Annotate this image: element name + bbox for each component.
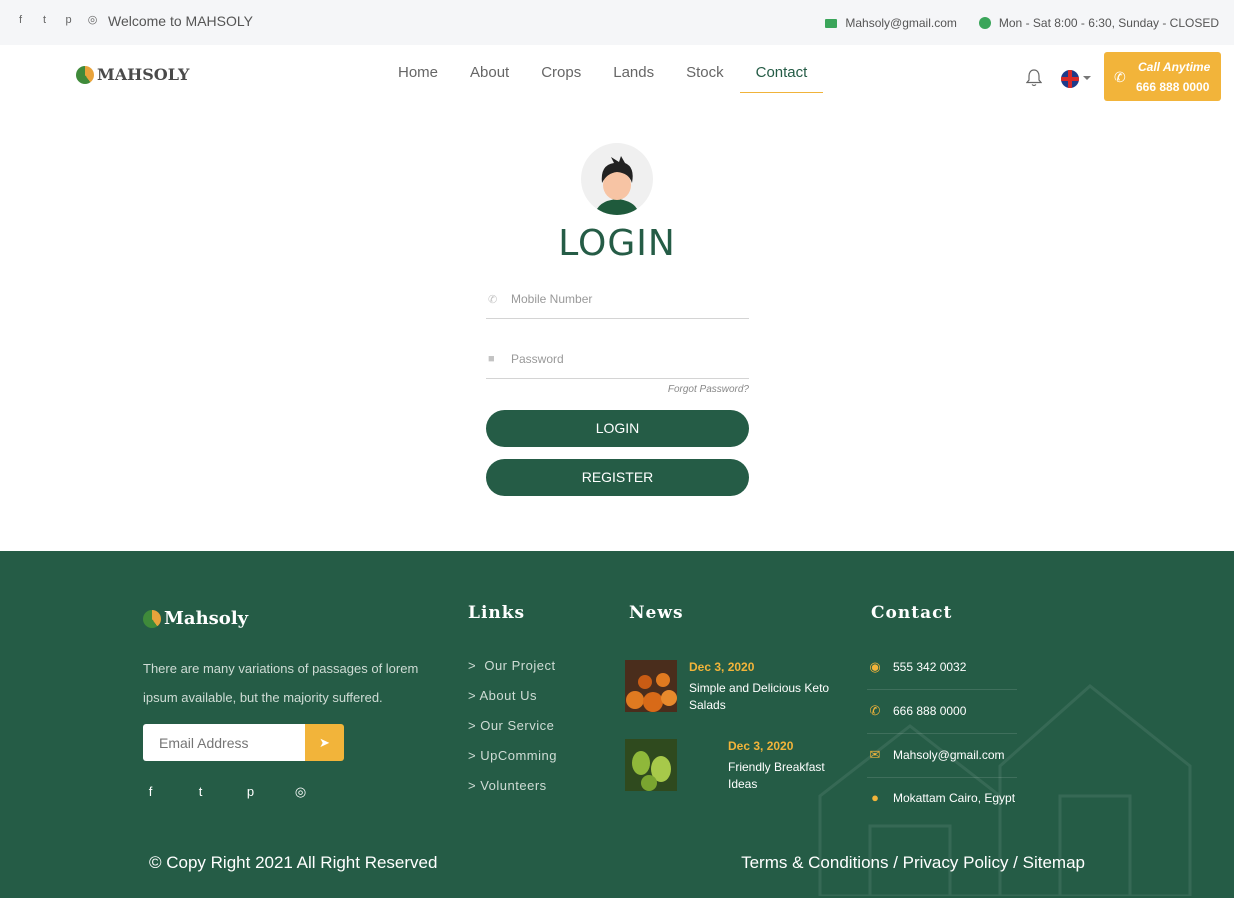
news-heading: News xyxy=(629,603,684,623)
phone-icon: ✆ xyxy=(488,293,498,306)
footer-link-our-project[interactable]: > Our Project xyxy=(468,658,557,688)
news-thumbnail-pears[interactable] xyxy=(625,739,677,791)
contact-whatsapp[interactable]: ◉ 555 342 0032 xyxy=(867,659,966,675)
divider xyxy=(867,777,1017,778)
nav-menu: Home About Crops Lands Stock Contact xyxy=(398,64,824,93)
clock-icon xyxy=(978,17,991,29)
main-nav: MAHSOLY Home About Crops Lands Stock Con… xyxy=(0,45,1234,107)
newsletter-form: ➤ xyxy=(143,724,344,761)
chevron-down-icon[interactable] xyxy=(1083,76,1091,80)
user-avatar xyxy=(581,143,653,215)
nav-crops[interactable]: Crops xyxy=(525,64,597,93)
register-button[interactable]: REGISTER xyxy=(486,459,749,496)
twitter-icon[interactable]: t xyxy=(193,784,208,799)
contact-email[interactable]: ✉ Mahsoly@gmail.com xyxy=(867,747,1005,763)
footer-logo-text: Mahsoly xyxy=(164,608,249,629)
instagram-icon[interactable]: ◎ xyxy=(86,14,99,27)
language-flag-icon[interactable] xyxy=(1061,70,1079,88)
nav-stock[interactable]: Stock xyxy=(670,64,740,93)
password-input[interactable] xyxy=(511,351,731,366)
site-logo[interactable]: MAHSOLY xyxy=(76,65,189,84)
footer-logo[interactable]: Mahsoly xyxy=(143,608,248,629)
leaf-logo-icon xyxy=(76,65,94,84)
pinterest-icon[interactable]: p xyxy=(62,14,75,27)
call-label: Call Anytime xyxy=(1138,60,1211,74)
leaf-logo-icon xyxy=(143,609,161,628)
welcome-text: Welcome to MAHSOLY xyxy=(108,13,253,29)
nav-home[interactable]: Home xyxy=(398,64,454,93)
nav-contact[interactable]: Contact xyxy=(739,64,824,93)
footer-link-our-service[interactable]: > Our Service xyxy=(468,718,557,748)
news-date: Dec 3, 2020 xyxy=(689,660,755,674)
forgot-password-link[interactable]: Forgot Password? xyxy=(486,384,749,395)
send-button[interactable]: ➤ xyxy=(305,724,344,761)
contact-address[interactable]: ● Mokattam Cairo, Egypt xyxy=(867,790,1015,806)
footer-links: > Our Project > About Us > Our Service >… xyxy=(468,658,557,808)
whatsapp-icon: ◉ xyxy=(869,659,881,674)
top-email[interactable]: Mahsoly@gmail.com xyxy=(845,16,957,30)
call-anytime-button[interactable]: ✆ Call Anytime 666 888 0000 xyxy=(1104,52,1221,101)
facebook-icon[interactable]: f xyxy=(14,14,27,27)
footer-social-links: f t p ◎ xyxy=(143,784,308,799)
news-title[interactable]: Friendly Breakfast Ideas xyxy=(728,759,838,793)
instagram-icon[interactable]: ◎ xyxy=(293,784,308,799)
logo-text: MAHSOLY xyxy=(97,65,190,84)
top-contact-info: Mahsoly@gmail.com Mon - Sat 8:00 - 6:30,… xyxy=(825,16,1219,30)
news-title[interactable]: Simple and Delicious Keto Salads xyxy=(689,680,834,714)
footer-link-about-us[interactable]: > About Us xyxy=(468,688,557,718)
news-thumbnail-pumpkins[interactable] xyxy=(625,660,677,712)
footer-link-volunteers[interactable]: > Volunteers xyxy=(468,778,557,808)
password-field[interactable]: ■ xyxy=(486,339,749,379)
pinterest-icon[interactable]: p xyxy=(243,784,258,799)
footer-link-upcomming[interactable]: > UpComming xyxy=(468,748,557,778)
footer-about-text: There are many variations of passages of… xyxy=(143,661,419,705)
twitter-icon[interactable]: t xyxy=(38,14,51,27)
login-button[interactable]: LOGIN xyxy=(486,410,749,447)
login-title: LOGIN xyxy=(558,223,676,264)
footer-legal-links[interactable]: Terms & Conditions / Privacy Policy / Si… xyxy=(741,853,1085,873)
top-social-links: f t p ◎ xyxy=(14,14,99,27)
nav-about[interactable]: About xyxy=(454,64,525,93)
divider xyxy=(867,689,1017,690)
mobile-number-input[interactable] xyxy=(511,291,731,306)
envelope-icon: ✉ xyxy=(869,747,881,762)
contact-phone[interactable]: ✆ 666 888 0000 xyxy=(867,703,967,719)
bell-icon[interactable] xyxy=(1026,69,1042,87)
news-date: Dec 3, 2020 xyxy=(728,739,794,753)
contact-heading: Contact xyxy=(871,603,953,623)
phone-icon: ✆ xyxy=(869,703,881,718)
map-pin-icon: ● xyxy=(871,790,879,805)
call-number: 666 888 0000 xyxy=(1136,80,1210,94)
envelope-icon xyxy=(825,18,838,28)
links-heading: Links xyxy=(468,603,526,623)
site-footer: Mahsoly There are many variations of pas… xyxy=(0,551,1234,898)
nav-lands[interactable]: Lands xyxy=(597,64,670,93)
newsletter-email-input[interactable] xyxy=(143,724,305,761)
copyright-text: © Copy Right 2021 All Right Reserved xyxy=(149,853,438,872)
phone-icon: ✆ xyxy=(1114,69,1126,85)
lock-icon: ■ xyxy=(488,352,495,365)
divider xyxy=(867,733,1017,734)
send-icon: ➤ xyxy=(319,734,330,750)
mobile-number-field[interactable]: ✆ xyxy=(486,279,749,319)
working-hours: Mon - Sat 8:00 - 6:30, Sunday - CLOSED xyxy=(998,16,1219,30)
facebook-icon[interactable]: f xyxy=(143,784,158,799)
top-bar: f t p ◎ Welcome to MAHSOLY Mahsoly@gmail… xyxy=(0,0,1234,45)
